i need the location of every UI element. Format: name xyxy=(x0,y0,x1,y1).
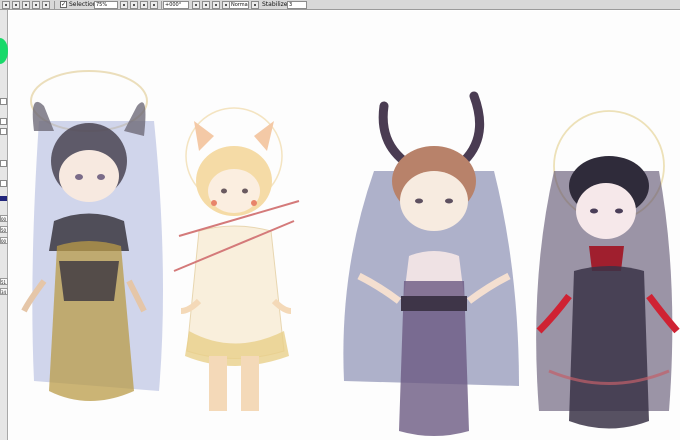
nun-figure xyxy=(21,70,164,401)
rotation-field[interactable]: +000° xyxy=(163,1,189,9)
toolbar-separator xyxy=(161,1,162,9)
stabilizer-select[interactable]: 3 xyxy=(287,1,307,9)
rotate-right-icon[interactable] xyxy=(202,1,210,9)
zoom-in-icon[interactable] xyxy=(130,1,138,9)
tool-slot-icon[interactable] xyxy=(0,128,7,135)
blend-mode-select[interactable]: Normal xyxy=(229,1,249,9)
zoom-out-icon[interactable] xyxy=(120,1,128,9)
undo-icon[interactable] xyxy=(12,1,20,9)
deselect-icon[interactable] xyxy=(32,1,40,9)
canvas-artwork xyxy=(21,70,680,436)
swap-colors-icon[interactable] xyxy=(0,98,7,105)
dilution-value[interactable]: 34 xyxy=(0,288,8,295)
toolbar-separator xyxy=(54,1,55,9)
rotate-left-icon[interactable] xyxy=(192,1,200,9)
selection-label: Selection xyxy=(69,1,97,8)
zoom-field[interactable]: 75% xyxy=(94,1,118,9)
invert-selection-icon[interactable] xyxy=(42,1,50,9)
redo-icon[interactable] xyxy=(22,1,30,9)
stabilizer-label: Stabilizer xyxy=(262,1,290,8)
brush-size-value[interactable]: 00 xyxy=(0,215,8,222)
brush-min-size-value[interactable]: 00 xyxy=(0,237,8,244)
blending-value[interactable]: 51 xyxy=(0,278,8,285)
brush-size-icon[interactable] xyxy=(0,180,7,187)
primary-color-swatch[interactable] xyxy=(0,38,8,64)
brush-tool-icon[interactable] xyxy=(0,160,7,167)
left-tool-panel: 00 50 00 51 34 xyxy=(0,10,8,440)
veiled-figure xyxy=(536,110,680,429)
stabilizer-icon[interactable] xyxy=(251,1,259,9)
zoom-actual-icon[interactable] xyxy=(150,1,158,9)
top-toolbar: ✓ Selection 75% +000° Normal Stabilizer … xyxy=(0,0,680,10)
drawing-canvas[interactable] xyxy=(9,11,680,440)
reset-rotation-icon[interactable] xyxy=(212,1,220,9)
brush-density-value[interactable]: 50 xyxy=(0,226,8,233)
horned-figure xyxy=(343,91,519,436)
menu-icon[interactable] xyxy=(2,1,10,9)
cat-figure xyxy=(173,107,300,411)
secondary-color-swatch[interactable] xyxy=(0,196,7,201)
selection-checkbox[interactable]: ✓ xyxy=(60,1,67,8)
transparent-color-icon[interactable] xyxy=(0,118,7,125)
zoom-fit-icon[interactable] xyxy=(140,1,148,9)
